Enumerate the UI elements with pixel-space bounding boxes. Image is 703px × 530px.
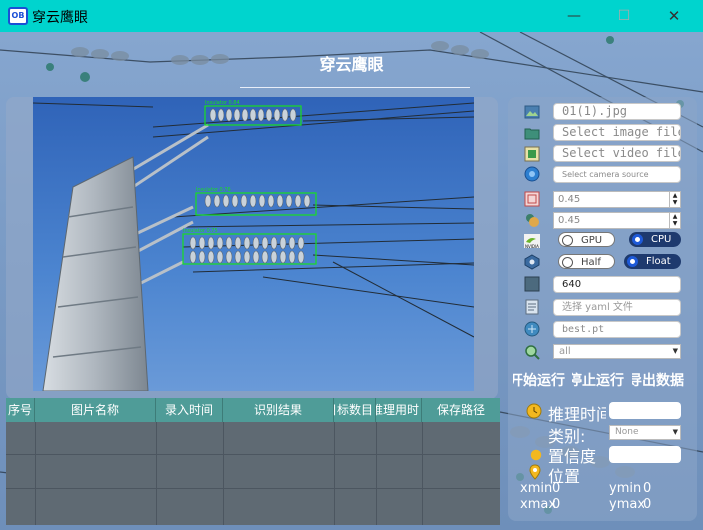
location-pin-icon [529, 464, 541, 480]
nvidia-icon: NVIDIA [524, 234, 540, 249]
chevron-down-icon: ▼ [672, 428, 678, 436]
grid-line [422, 422, 423, 525]
confidence-result-value [609, 446, 681, 463]
xmax-label: xmax [520, 497, 555, 512]
precision-toggle: Half Float [553, 254, 681, 271]
yaml-file-field[interactable]: 选择 yaml 文件 [553, 299, 681, 316]
spin-arrows-icon[interactable]: ▲ ▼ [669, 213, 680, 228]
class-filter-select[interactable]: all ▼ [553, 344, 681, 359]
detection-label: Insulator 0.76 [196, 187, 231, 193]
grid-line [376, 422, 377, 525]
window-title: 穿云鹰眼 [32, 10, 88, 26]
select-image-button[interactable]: Select image file [553, 124, 681, 141]
app-heading: 穿云鹰眼 [319, 55, 384, 74]
half-label: Half [581, 257, 601, 268]
xmax-value: 0 [552, 497, 561, 512]
grid-line [334, 422, 335, 525]
device-toggle: GPU CPU [553, 232, 681, 249]
class-filter-value: all [559, 346, 571, 357]
image-size-field[interactable]: 640 [553, 276, 681, 293]
svg-text:NVIDIA: NVIDIA [525, 244, 539, 249]
inference-time-label: 推理时间 [548, 405, 606, 424]
stop-button[interactable]: 停止运行 [572, 370, 624, 390]
select-camera-button[interactable]: Select camera source [553, 166, 681, 183]
image-file-field[interactable]: 01(1).jpg [553, 103, 681, 120]
grid-line [6, 488, 500, 489]
cpu-label: CPU [651, 234, 672, 245]
half-toggle[interactable]: Half [558, 254, 615, 269]
float-toggle[interactable]: Float [624, 254, 681, 269]
heading-bar: 穿云鹰眼 [0, 32, 703, 90]
ymax-label: ymax [609, 497, 644, 512]
title-bar: OB 穿云鹰眼 — ☐ ✕ [0, 0, 703, 32]
iou-spinbox[interactable]: 0.45 ▲ ▼ [553, 212, 681, 229]
class-result-value: None [615, 427, 639, 437]
float-label: Float [646, 256, 671, 267]
search-icon [525, 345, 540, 360]
export-button[interactable]: 导出数据 [632, 370, 684, 390]
ymin-label: ymin [609, 481, 642, 496]
col-header-target-count[interactable]: 目标数目 [334, 398, 376, 422]
gpu-label: GPU [581, 235, 603, 246]
detection-label: Insulator 0.84 [205, 100, 240, 106]
col-header-inference-time[interactable]: 推理用时 [376, 398, 422, 422]
confidence-icon [524, 191, 540, 207]
model-weights-icon[interactable] [524, 321, 540, 337]
grid-line [35, 422, 36, 525]
results-table[interactable]: 序号 图片名称 录入时间 识别结果 目标数目 推理用时 保存路径 [6, 398, 500, 525]
confidence-result-icon [530, 449, 542, 461]
clock-icon [526, 403, 542, 419]
col-header-save-path[interactable]: 保存路径 [422, 398, 500, 422]
yaml-file-icon[interactable] [524, 299, 540, 315]
col-header-image-name[interactable]: 图片名称 [35, 398, 156, 422]
image-file-icon [524, 105, 540, 119]
video-icon[interactable] [524, 146, 540, 162]
folder-icon[interactable] [524, 125, 540, 141]
iou-icon [526, 214, 539, 227]
table-header: 序号 图片名称 录入时间 识别结果 目标数目 推理用时 保存路径 [6, 398, 500, 422]
confidence-value: 0.45 [558, 194, 581, 205]
minimize-button[interactable]: — [551, 0, 597, 32]
detection-label: Insulator 0.75 [183, 228, 218, 234]
start-button[interactable]: 开始运行 [513, 370, 565, 390]
xmin-label: xmin [520, 481, 553, 496]
col-header-result[interactable]: 识别结果 [223, 398, 334, 422]
iou-value: 0.45 [558, 215, 581, 226]
cpu-toggle[interactable]: CPU [629, 232, 681, 247]
detection-image: Insulator 0.84 Insulator 0.76 Insulator … [33, 97, 474, 391]
image-size-icon [524, 276, 540, 292]
grid-line [223, 422, 224, 525]
col-header-entry-time[interactable]: 录入时间 [156, 398, 223, 422]
weights-field[interactable]: best.pt [553, 321, 681, 338]
chevron-down-icon: ▼ [672, 347, 678, 355]
gpu-toggle[interactable]: GPU [558, 232, 615, 247]
camera-icon[interactable] [524, 166, 540, 182]
ymax-value: 0 [643, 497, 652, 512]
spin-arrows-icon[interactable]: ▲ ▼ [669, 192, 680, 207]
close-button[interactable]: ✕ [651, 0, 697, 32]
heading-divider [240, 87, 470, 88]
confidence-spinbox[interactable]: 0.45 ▲ ▼ [553, 191, 681, 208]
class-result-select[interactable]: None ▼ [609, 425, 681, 440]
maximize-button[interactable]: ☐ [601, 0, 647, 32]
xmin-value: 0 [552, 481, 561, 496]
inference-time-value [609, 402, 681, 419]
col-header-index[interactable]: 序号 [6, 398, 35, 422]
grid-line [6, 454, 500, 455]
select-video-button[interactable]: Select video file [553, 145, 681, 162]
grid-line [156, 422, 157, 525]
ymin-value: 0 [643, 481, 652, 496]
precision-icon [524, 254, 540, 270]
app-logo-icon: OB [8, 7, 28, 25]
